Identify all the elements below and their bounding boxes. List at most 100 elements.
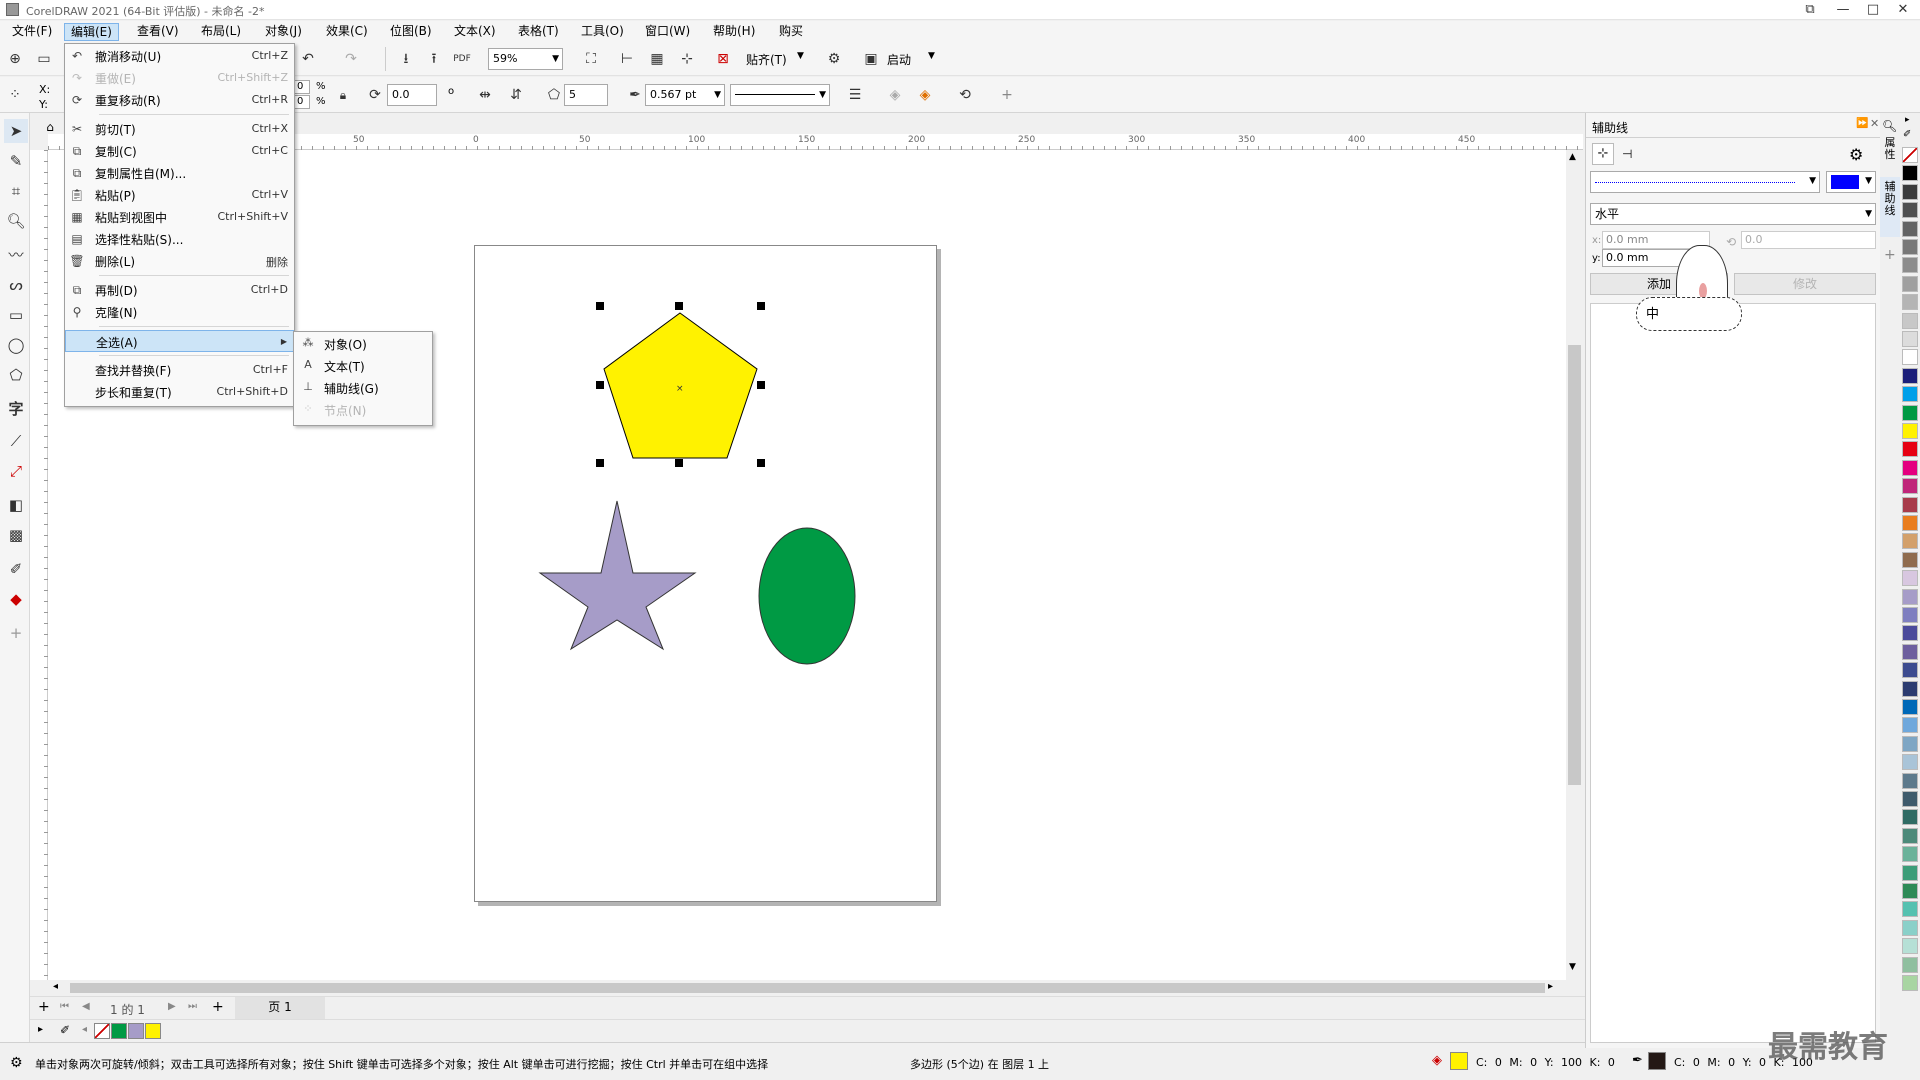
launch-icon[interactable]: ▣ (860, 48, 882, 70)
interactive-fill-icon[interactable]: ◆ (4, 587, 28, 611)
snap-guide-icon[interactable]: ⊣ (1622, 147, 1632, 161)
text-tool-icon[interactable]: 字 (4, 397, 28, 421)
tab-page-1[interactable]: 页 1 (235, 997, 325, 1019)
palette-swatch[interactable] (1902, 699, 1918, 715)
close-docker-icon[interactable]: ✕ (1870, 117, 1879, 130)
lock-ratio-icon[interactable]: 🔒︎ (332, 84, 354, 106)
connector-tool-icon[interactable]: ⤢ (4, 459, 28, 483)
tab-guidelines[interactable]: 辅助线 (1880, 177, 1900, 237)
menu-item-copy[interactable]: ⧉ 复制(C) Ctrl+C (65, 140, 294, 162)
minimize-button[interactable]: — (1828, 0, 1858, 20)
add-page-before-icon[interactable]: + (38, 999, 50, 1015)
lavender-swatch[interactable] (128, 1023, 144, 1039)
launch-dropdown[interactable]: 启动 (887, 51, 911, 68)
scroll-down-icon[interactable]: ▼ (1569, 962, 1576, 972)
parallel-dimension-icon[interactable]: ⟋ (4, 429, 28, 453)
artistic-media-icon[interactable]: ᔕ (4, 273, 28, 297)
menu-table[interactable]: 表格(T) (512, 23, 565, 41)
pick-tool-icon[interactable]: ➤ (4, 119, 28, 143)
zoom-level-field[interactable]: 59% ▼ (488, 48, 563, 70)
gear-icon[interactable]: ⚙ (1849, 145, 1863, 164)
add-tool-icon[interactable]: + (4, 621, 28, 645)
palette-swatch[interactable] (1902, 312, 1918, 329)
to-back-icon[interactable]: ◈ (884, 84, 906, 106)
scrollbar-thumb[interactable] (1568, 345, 1581, 785)
open-folder-icon[interactable]: ▭ (33, 48, 55, 70)
full-screen-icon[interactable]: ⛶ (580, 48, 602, 70)
palette-swatch[interactable] (1902, 331, 1918, 347)
palette-swatch[interactable] (1902, 772, 1918, 789)
palette-swatch[interactable] (1902, 275, 1918, 292)
zoom-tool-icon[interactable]: 🔍︎ (4, 209, 28, 233)
menu-window[interactable]: 窗口(W) (639, 23, 696, 41)
line-style-field[interactable]: ▼ (730, 84, 830, 106)
submenu-item-text[interactable]: A 文本(T) (294, 355, 432, 377)
redo-icon[interactable]: ↷ (340, 48, 362, 70)
no-color-swatch[interactable] (94, 1023, 110, 1039)
modify-guide-button[interactable]: 修改 (1734, 273, 1876, 295)
menu-tools[interactable]: 工具(O) (575, 23, 630, 41)
palette-swatch[interactable] (1902, 459, 1918, 476)
ellipse-shape[interactable] (755, 525, 860, 667)
scrollbar-thumb[interactable] (70, 983, 1545, 993)
home-icon[interactable]: ⌂ (40, 120, 60, 134)
import-icon[interactable]: ⭳ (395, 48, 417, 70)
palette-swatch[interactable] (1902, 147, 1918, 163)
outline-pen-icon[interactable]: ✒ (624, 84, 646, 106)
pentagon-shape[interactable]: × (590, 300, 770, 480)
gear-icon[interactable]: ⚙ (823, 48, 845, 70)
scroll-left-icon[interactable]: ◂ (82, 1024, 87, 1035)
menu-item-repeat[interactable]: ⟳ 重复移动(R) Ctrl+R (65, 89, 294, 111)
star-shape[interactable] (535, 495, 700, 655)
fill-color-swatch[interactable] (1450, 1052, 1468, 1070)
menu-buy[interactable]: 购买 (773, 23, 809, 41)
selection-handle[interactable] (757, 302, 765, 310)
maximize-button[interactable]: □ (1858, 0, 1888, 20)
palette-swatch[interactable] (1902, 349, 1918, 366)
selection-handle[interactable] (675, 459, 683, 467)
menu-item-find-replace[interactable]: 查找并替换(F) Ctrl+F (65, 359, 294, 381)
palette-swatch[interactable] (1902, 864, 1918, 881)
palette-swatch[interactable] (1902, 570, 1918, 587)
palette-swatch[interactable] (1902, 975, 1918, 991)
palette-swatch[interactable] (1902, 643, 1918, 660)
selection-handle[interactable] (596, 302, 604, 310)
selection-handle[interactable] (757, 381, 765, 389)
ellipse-tool-icon[interactable]: ◯ (4, 333, 28, 357)
palette-swatch[interactable] (1902, 423, 1918, 439)
menu-item-step-repeat[interactable]: 步长和重复(T) Ctrl+Shift+D (65, 381, 294, 403)
search-icon[interactable]: 🔍︎ (1882, 119, 1897, 133)
menu-item-duplicate[interactable]: ⧉ 再制(D) Ctrl+D (65, 279, 294, 301)
undo-icon[interactable]: ↶ (297, 48, 319, 70)
eyedropper-icon[interactable]: ✐ (1903, 129, 1911, 140)
palette-swatch[interactable] (1902, 239, 1918, 255)
palette-swatch[interactable] (1902, 515, 1918, 531)
selection-handle[interactable] (596, 459, 604, 467)
palette-swatch[interactable] (1902, 680, 1918, 697)
menu-bitmaps[interactable]: 位图(B) (384, 23, 438, 41)
outline-width-field[interactable]: 0.567 pt ▼ (645, 84, 725, 106)
selection-handle[interactable] (757, 459, 765, 467)
menu-item-paste-in-view[interactable]: ▦ 粘贴到视图中 Ctrl+Shift+V (65, 206, 294, 228)
palette-swatch[interactable] (1902, 607, 1918, 623)
palette-swatch[interactable] (1902, 294, 1918, 311)
scroll-up-icon[interactable]: ▲ (1569, 152, 1576, 162)
palette-swatch[interactable] (1902, 533, 1918, 550)
mirror-vertical-icon[interactable]: ⇵ (505, 84, 527, 106)
new-document-icon[interactable]: ⊕ (4, 48, 26, 70)
palette-swatch[interactable] (1902, 588, 1918, 605)
expand-icon[interactable]: ▸ (38, 1024, 43, 1035)
text-wrap-icon[interactable]: ☰ (844, 84, 866, 106)
palette-swatch[interactable] (1902, 367, 1918, 384)
freehand-tool-icon[interactable]: 〰 (4, 243, 28, 267)
palette-swatch[interactable] (1902, 220, 1918, 237)
guide-color-dropdown[interactable]: ▼ (1826, 171, 1876, 193)
palette-swatch[interactable] (1902, 901, 1918, 918)
green-swatch[interactable] (111, 1023, 127, 1039)
polygon-sides-icon[interactable]: ⬠ (543, 84, 565, 106)
menu-view[interactable]: 查看(V) (131, 23, 185, 41)
guide-preset-icon[interactable]: ⊹ (1592, 143, 1614, 165)
shape-tool-icon[interactable]: ✎ (4, 149, 28, 173)
palette-swatch[interactable] (1902, 846, 1918, 863)
palette-swatch[interactable] (1902, 754, 1918, 771)
